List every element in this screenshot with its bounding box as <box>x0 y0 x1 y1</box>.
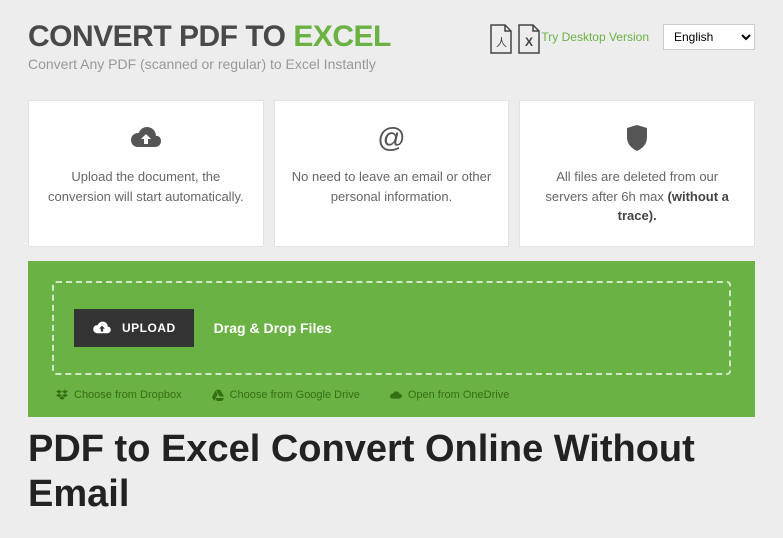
feature-upload: Upload the document, the conversion will… <box>28 100 264 247</box>
desktop-version-link[interactable]: Try Desktop Version <box>541 30 649 44</box>
header: CONVERT PDF TO EXCEL Convert Any PDF (sc… <box>28 20 755 72</box>
page-title: CONVERT PDF TO EXCEL <box>28 20 471 54</box>
onedrive-icon <box>390 389 402 401</box>
svg-text:X: X <box>525 35 533 49</box>
feature-row: Upload the document, the conversion will… <box>28 100 755 247</box>
svg-text:人: 人 <box>496 36 507 49</box>
title-text-dark: CONVERT PDF TO <box>28 20 293 53</box>
format-icons: 人 X <box>489 24 541 54</box>
feature-noemail-text: No need to leave an email or other perso… <box>291 167 493 206</box>
feature-upload-text: Upload the document, the conversion will… <box>45 167 247 206</box>
onedrive-label: Open from OneDrive <box>408 389 509 401</box>
at-sign-icon: @ <box>291 119 493 157</box>
onedrive-link[interactable]: Open from OneDrive <box>390 389 509 401</box>
shield-icon <box>536 119 738 157</box>
dropbox-label: Choose from Dropbox <box>74 389 182 401</box>
pdf-file-icon: 人 <box>489 24 513 54</box>
drop-zone[interactable]: UPLOAD Drag & Drop Files <box>52 281 731 375</box>
excel-file-icon: X <box>517 24 541 54</box>
gdrive-label: Choose from Google Drive <box>230 389 360 401</box>
article-heading: PDF to Excel Convert Online Without Emai… <box>0 417 783 538</box>
page-subtitle: Convert Any PDF (scanned or regular) to … <box>28 56 471 72</box>
cloud-upload-icon <box>45 119 247 157</box>
upload-panel: UPLOAD Drag & Drop Files Choose from Dro… <box>28 261 755 417</box>
feature-privacy-text: All files are deleted from our servers a… <box>536 167 738 226</box>
title-text-green: EXCEL <box>293 20 391 53</box>
upload-button-label: UPLOAD <box>122 321 176 335</box>
cloud-upload-icon <box>92 321 112 335</box>
gdrive-link[interactable]: Choose from Google Drive <box>212 389 360 401</box>
upload-button[interactable]: UPLOAD <box>74 309 194 347</box>
dropbox-icon <box>56 389 68 401</box>
language-select[interactable]: English <box>663 24 755 50</box>
cloud-sources-row: Choose from Dropbox Choose from Google D… <box>52 389 731 401</box>
feature-noemail: @ No need to leave an email or other per… <box>274 100 510 247</box>
drop-text: Drag & Drop Files <box>214 320 332 336</box>
feature-privacy: All files are deleted from our servers a… <box>519 100 755 247</box>
gdrive-icon <box>212 389 224 401</box>
dropbox-link[interactable]: Choose from Dropbox <box>56 389 182 401</box>
